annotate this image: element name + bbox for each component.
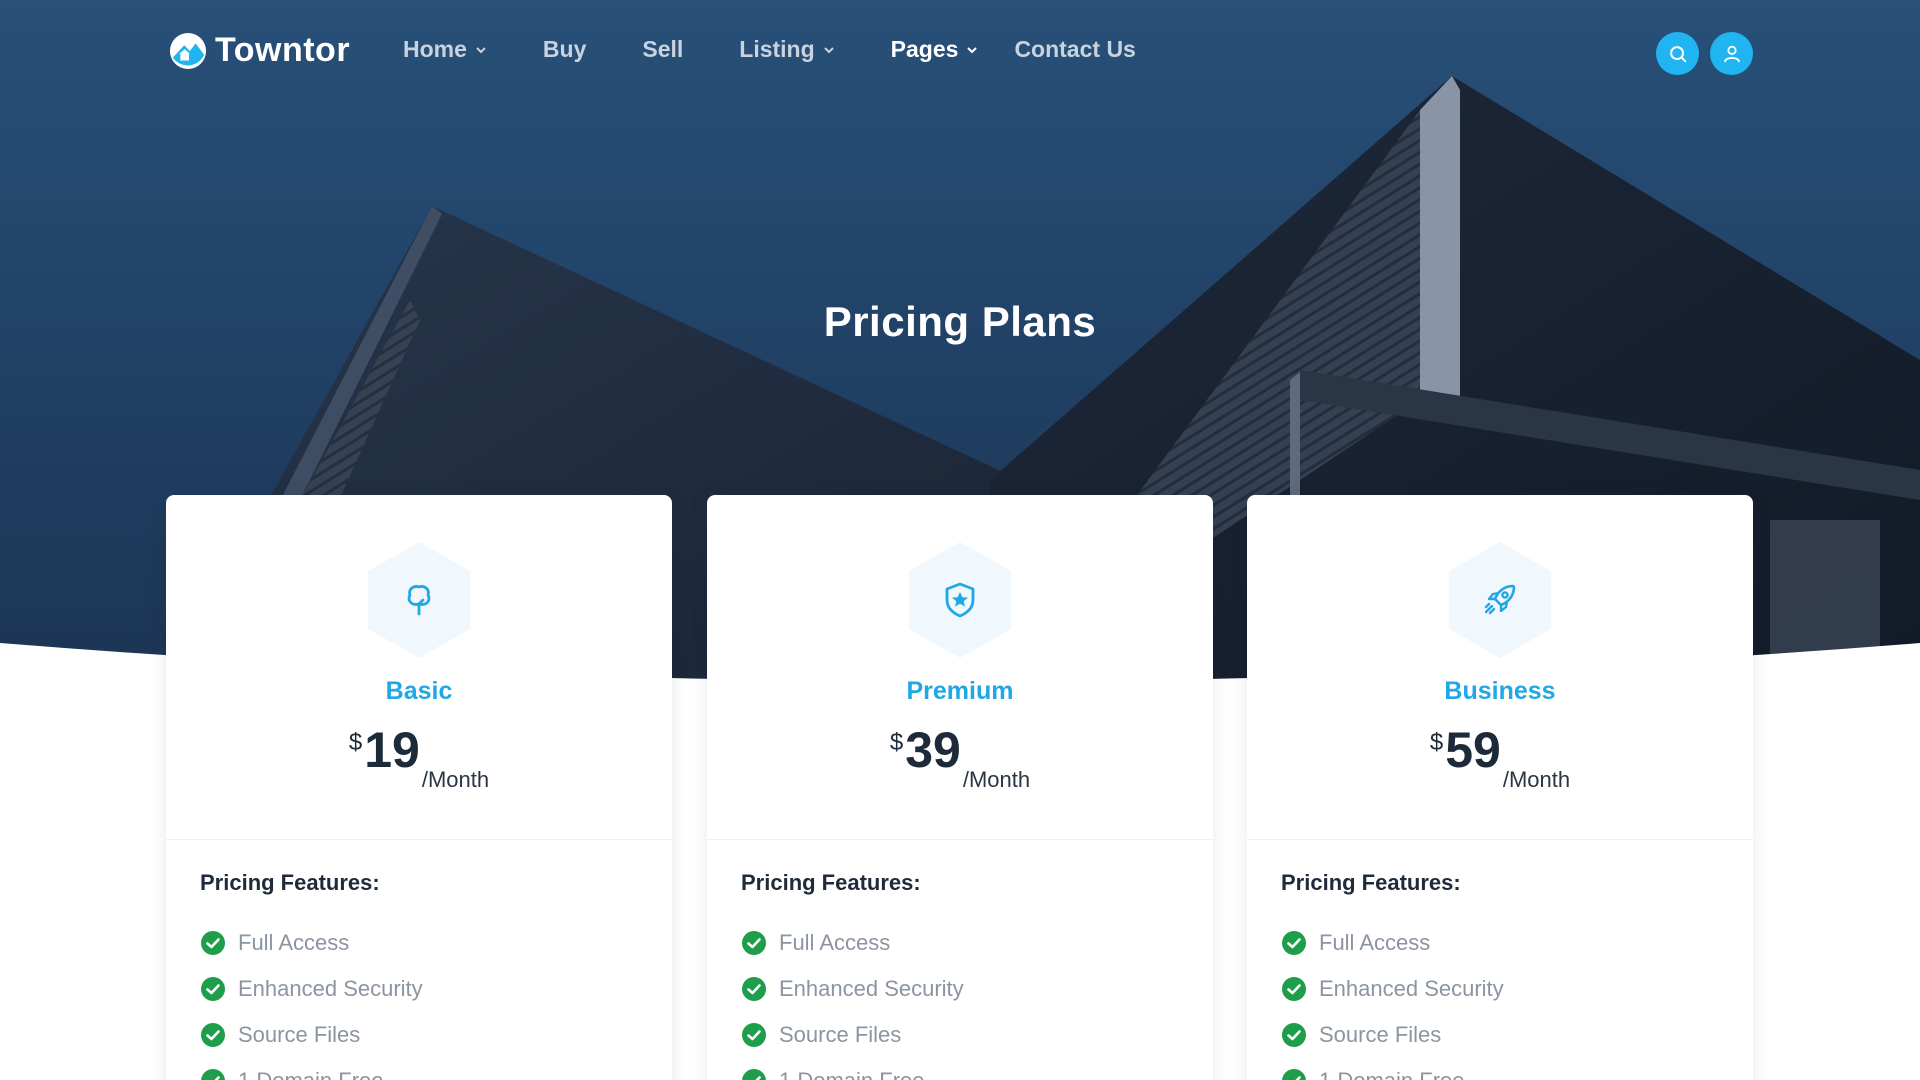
pricing-card-premium: Premium $ 39 /Month Pricing Features: Fu… (707, 495, 1213, 1080)
pricing-card-header: Business $ 59 /Month (1247, 495, 1753, 840)
plan-price: $ 19 /Month (166, 725, 672, 793)
check-circle-icon (201, 931, 225, 955)
plan-icon-badge (905, 540, 1015, 660)
features-title: Pricing Features: (741, 870, 921, 895)
plan-name: Basic (385, 677, 453, 705)
feature-label: Source Files (779, 1022, 902, 1047)
feature-item: Enhanced Security (200, 966, 638, 1012)
feature-label: Enhanced Security (238, 976, 423, 1001)
check-circle-icon (201, 977, 225, 1001)
price-period: /Month (962, 767, 1031, 792)
feature-label: Full Access (779, 930, 891, 955)
nav-item-label: Home (403, 36, 467, 62)
plan-icon-badge (364, 540, 474, 660)
price-currency: $ (889, 729, 904, 756)
features-title: Pricing Features: (1281, 870, 1461, 895)
nav-item-listing[interactable]: Listing (739, 36, 834, 63)
price-amount: 39 (905, 722, 961, 778)
nav-item-buy[interactable]: Buy (543, 36, 586, 63)
search-button[interactable] (1656, 32, 1699, 75)
check-circle-icon (742, 1069, 766, 1080)
feature-item: Source Files (200, 1012, 638, 1058)
feature-item: Source Files (741, 1012, 1179, 1058)
plan-name: Premium (906, 677, 1014, 705)
nav-item-sell[interactable]: Sell (642, 36, 683, 63)
check-circle-icon (1282, 1023, 1306, 1047)
feature-label: Full Access (238, 930, 350, 955)
user-icon (1723, 45, 1740, 62)
feature-label: 1 Domain Free (238, 1068, 384, 1080)
chevron-down-icon (476, 46, 486, 53)
brand-name: Towntor (215, 31, 351, 69)
features-title: Pricing Features: (200, 870, 380, 895)
pricing-card-body: Pricing Features: Full Access Enhanced S… (166, 840, 672, 1080)
feature-label: Enhanced Security (779, 976, 964, 1001)
feature-label: 1 Domain Free (779, 1068, 925, 1080)
price-period: /Month (1502, 767, 1571, 792)
nav-item-label: Buy (542, 36, 587, 62)
check-circle-icon (1282, 1069, 1306, 1080)
main-menu: Home Buy Sell Listing Pages Contact Us (403, 36, 1192, 63)
feature-item: Full Access (1281, 920, 1719, 966)
tree-icon (407, 585, 431, 616)
pricing-card-business: Business $ 59 /Month Pricing Features: F… (1247, 495, 1753, 1080)
check-circle-icon (201, 1069, 225, 1080)
brand-logo[interactable]: Towntor (169, 31, 350, 70)
shield-star-icon (945, 582, 975, 618)
nav-item-label: Listing (739, 36, 815, 62)
page: Towntor Home Buy Sell Listing Pages Cont… (0, 0, 1920, 1080)
feature-item: 1 Domain Free (741, 1058, 1179, 1080)
chevron-down-icon (823, 46, 834, 53)
feature-item: 1 Domain Free (1281, 1058, 1719, 1080)
check-circle-icon (201, 1023, 225, 1047)
feature-item: Enhanced Security (1281, 966, 1719, 1012)
plan-name: Business (1444, 677, 1556, 705)
nav-item-pages[interactable]: Pages (891, 36, 979, 63)
feature-label: Source Files (1319, 1022, 1442, 1047)
feature-item: Full Access (200, 920, 638, 966)
check-circle-icon (1282, 931, 1306, 955)
pricing-card-header: Basic $ 19 /Month (166, 495, 672, 840)
price-amount: 59 (1445, 722, 1501, 778)
pricing-card-basic: Basic $ 19 /Month Pricing Features: Full… (166, 495, 672, 1080)
price-period: /Month (421, 767, 490, 792)
price-currency: $ (348, 729, 363, 756)
page-title: Pricing Plans (823, 298, 1097, 345)
feature-label: Full Access (1319, 930, 1431, 955)
check-circle-icon (1282, 977, 1306, 1001)
nav-item-label: Contact Us (1014, 36, 1136, 62)
plan-price: $ 59 /Month (1247, 725, 1753, 793)
price-amount: 19 (364, 722, 420, 778)
check-circle-icon (742, 931, 766, 955)
check-circle-icon (742, 977, 766, 1001)
nav-item-home[interactable]: Home (403, 36, 487, 63)
towntor-logo-icon (169, 32, 207, 69)
price-currency: $ (1429, 729, 1444, 756)
feature-item: Enhanced Security (741, 966, 1179, 1012)
feature-item: Source Files (1281, 1012, 1719, 1058)
chevron-down-icon (967, 46, 978, 53)
user-account-button[interactable] (1710, 32, 1753, 75)
feature-label: Enhanced Security (1319, 976, 1504, 1001)
top-navbar: Towntor Home Buy Sell Listing Pages Cont… (0, 0, 1920, 104)
check-circle-icon (742, 1023, 766, 1047)
feature-label: Source Files (238, 1022, 361, 1047)
feature-item: 1 Domain Free (200, 1058, 638, 1080)
nav-item-contact[interactable]: Contact Us (1014, 36, 1135, 63)
pricing-card-body: Pricing Features: Full Access Enhanced S… (1247, 840, 1753, 1080)
pricing-card-header: Premium $ 39 /Month (707, 495, 1213, 840)
nav-item-label: Pages (890, 36, 959, 62)
plan-price: $ 39 /Month (707, 725, 1213, 793)
nav-item-label: Sell (642, 36, 684, 62)
pricing-card-body: Pricing Features: Full Access Enhanced S… (707, 840, 1213, 1080)
feature-item: Full Access (741, 920, 1179, 966)
feature-label: 1 Domain Free (1319, 1068, 1465, 1080)
plan-icon-badge (1445, 540, 1555, 660)
rocket-icon (1484, 584, 1516, 615)
search-icon (1669, 45, 1686, 62)
